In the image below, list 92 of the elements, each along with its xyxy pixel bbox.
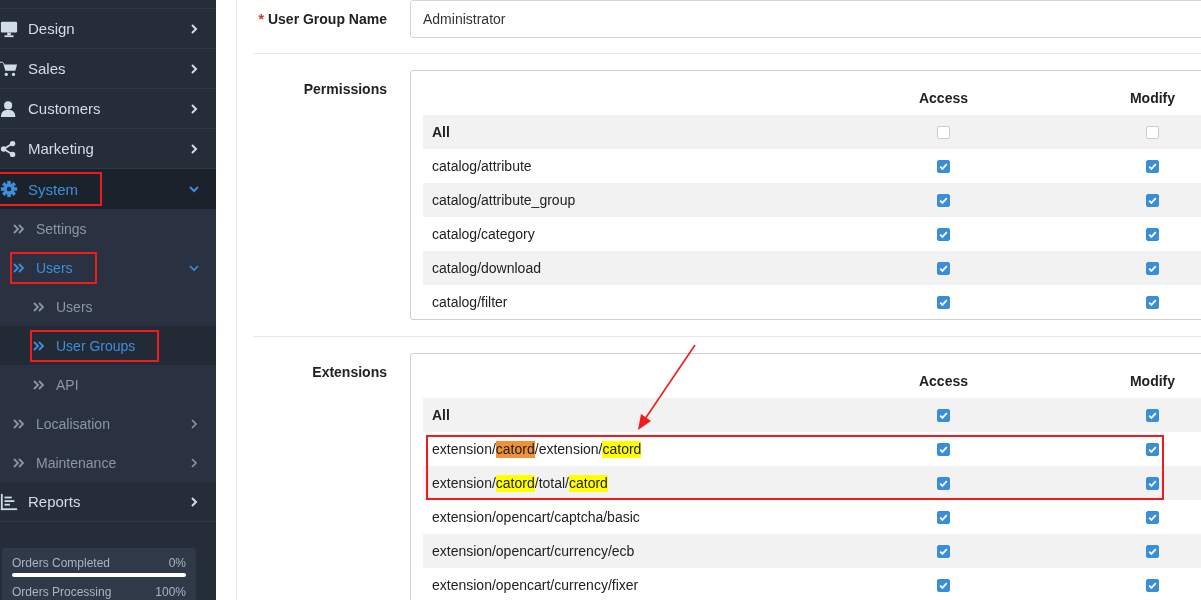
checkbox[interactable] — [937, 408, 950, 422]
checkbox[interactable] — [937, 442, 950, 456]
permission-name: catalog/attribute_group — [431, 192, 577, 208]
checkbox[interactable] — [937, 295, 950, 309]
cart-icon — [0, 59, 18, 78]
permission-name: extension/opencart/currency/ecb — [431, 543, 636, 559]
double-chevron-icon — [12, 222, 26, 235]
chevron-right-icon — [188, 495, 200, 508]
checkbox[interactable] — [937, 227, 950, 241]
nav-label: API — [56, 376, 79, 393]
stat-value: 100% — [155, 585, 186, 599]
permission-name: catalog/filter — [431, 294, 509, 310]
chevron-right-icon — [188, 62, 200, 75]
column-header: Access — [917, 90, 969, 106]
permission-name: extension/opencart/currency/fixer — [431, 577, 640, 593]
permission-name: All — [431, 124, 451, 140]
required-mark: * — [258, 11, 264, 27]
nav-label: User Groups — [56, 337, 136, 354]
checkbox[interactable] — [1146, 125, 1159, 139]
stat-label: Orders Completed — [12, 556, 111, 570]
checkbox[interactable] — [937, 544, 950, 558]
stat-label: Orders Processing — [12, 585, 112, 599]
gear-icon — [0, 180, 18, 198]
nav-item[interactable]: Customers — [0, 89, 216, 129]
monitor-icon — [0, 19, 18, 38]
checkbox[interactable] — [1146, 295, 1159, 309]
nav-item[interactable]: Reports — [0, 482, 216, 522]
checkbox[interactable] — [1146, 227, 1159, 241]
nav-label: Settings — [36, 220, 87, 237]
double-chevron-icon — [12, 261, 26, 274]
permission-name: catalog/attribute — [431, 158, 533, 174]
field-label: * User Group Name — [257, 10, 388, 27]
stat-value: 0% — [168, 556, 186, 570]
chevron-right-icon — [188, 417, 200, 430]
checkbox[interactable] — [1146, 510, 1159, 524]
checkbox[interactable] — [937, 125, 950, 139]
chevron-right-icon — [188, 456, 200, 469]
person-icon — [0, 99, 18, 118]
nav-item[interactable]: Maintenance — [0, 443, 216, 482]
nav-label: Users — [56, 298, 93, 315]
nav-label: Sales — [28, 60, 66, 77]
chevron-right-icon — [188, 102, 200, 115]
chevron-right-icon — [188, 142, 200, 155]
bar-chart-icon — [0, 492, 18, 511]
permission-name: catalog/download — [431, 260, 542, 276]
nav-label: Design — [28, 20, 75, 37]
input-field[interactable]: Administrator — [410, 0, 1201, 38]
checkbox[interactable] — [937, 476, 950, 490]
checkbox[interactable] — [937, 578, 950, 592]
share-icon — [0, 139, 18, 158]
permission-name: extension/opencart/captcha/basic — [431, 509, 641, 525]
chevron-down-icon — [188, 183, 200, 195]
permission-name: catalog/category — [431, 226, 536, 242]
nav-label: Marketing — [28, 140, 94, 157]
nav-item[interactable]: API — [0, 365, 216, 404]
double-chevron-icon — [32, 339, 46, 352]
nav-label: Localisation — [36, 415, 110, 432]
double-chevron-icon — [32, 378, 46, 391]
column-header: Modify — [1128, 90, 1177, 106]
checkbox[interactable] — [1146, 544, 1159, 558]
nav-item[interactable]: Users — [0, 248, 216, 287]
field-label: Permissions — [302, 80, 388, 97]
nav-label: Maintenance — [36, 454, 117, 471]
nav-label: Customers — [28, 100, 101, 117]
permission-name: All — [431, 407, 451, 423]
checkbox[interactable] — [1146, 159, 1159, 173]
nav-item[interactable]: Users — [0, 287, 216, 326]
checkbox[interactable] — [1146, 578, 1159, 592]
field-label: Extensions — [311, 363, 388, 380]
nav-item[interactable]: Sales — [0, 49, 216, 89]
chevron-right-icon — [188, 22, 200, 35]
double-chevron-icon — [12, 417, 26, 430]
nav-item[interactable]: Localisation — [0, 404, 216, 443]
checkbox[interactable] — [937, 510, 950, 524]
column-header: Access — [917, 373, 969, 389]
double-chevron-icon — [12, 456, 26, 469]
nav-label: System — [28, 180, 78, 198]
column-header: Modify — [1128, 373, 1177, 389]
nav-item[interactable]: Design — [0, 9, 216, 49]
checkbox[interactable] — [1146, 193, 1159, 207]
nav-item[interactable]: Settings — [0, 209, 216, 248]
double-chevron-icon — [32, 300, 46, 313]
checkbox[interactable] — [1146, 261, 1159, 275]
nav-label: Reports — [28, 493, 81, 510]
nav-item[interactable]: System — [0, 169, 216, 209]
checkbox[interactable] — [1146, 476, 1159, 490]
checkbox[interactable] — [1146, 442, 1159, 456]
nav-label: Users — [36, 259, 73, 276]
checkbox[interactable] — [937, 159, 950, 173]
checkbox[interactable] — [1146, 408, 1159, 422]
checkbox[interactable] — [937, 261, 950, 275]
checkbox[interactable] — [937, 193, 950, 207]
